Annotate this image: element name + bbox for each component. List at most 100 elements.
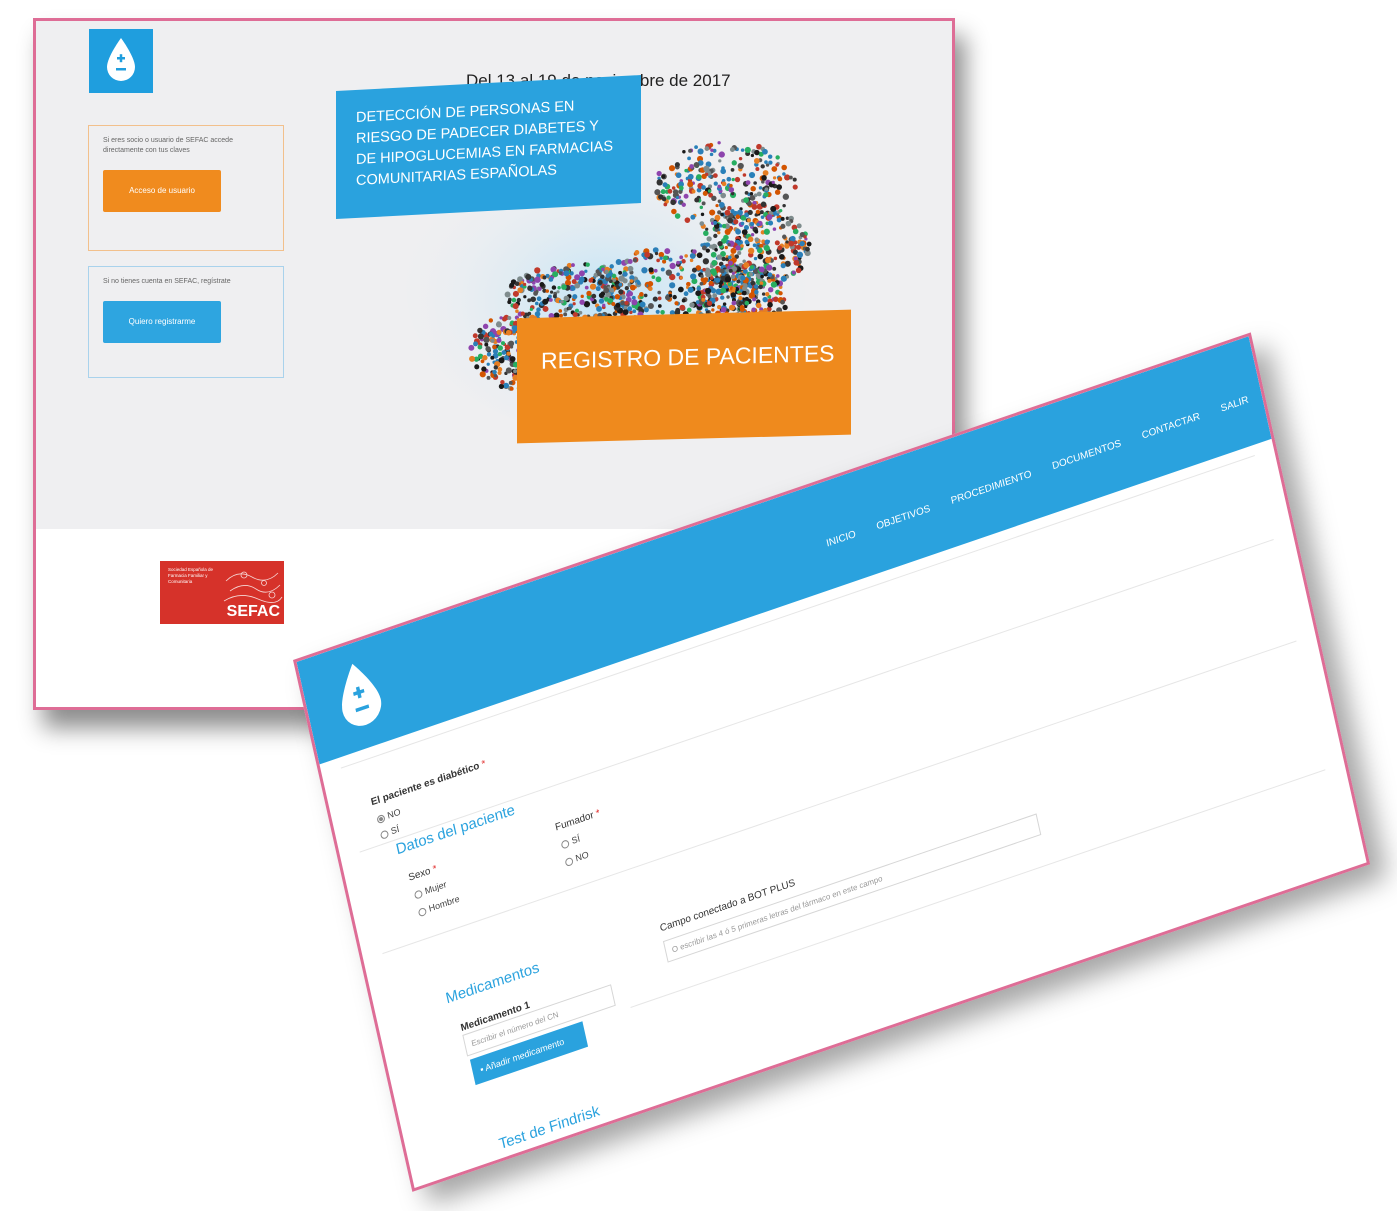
crowd-person-dot: [497, 370, 502, 376]
user-access-button[interactable]: Acceso de usuario: [103, 170, 221, 212]
crowd-person-dot: [735, 228, 741, 235]
crowd-person-dot: [785, 220, 792, 227]
crowd-person-dot: [490, 338, 495, 343]
crowd-person-dot: [710, 251, 717, 258]
radio-icon: [564, 856, 574, 867]
patient-registry-banner[interactable]: REGISTRO DE PACIENTES: [517, 309, 851, 444]
crowd-person-dot: [729, 183, 733, 188]
crowd-person-dot: [578, 270, 585, 277]
login-panel: Si eres socio o usuario de SEFAC accede …: [88, 125, 284, 251]
crowd-person-dot: [679, 255, 684, 260]
crowd-person-dot: [775, 155, 780, 160]
crowd-person-dot: [469, 355, 476, 362]
crowd-person-dot: [795, 267, 802, 274]
crowd-person-dot: [700, 212, 705, 217]
crowd-person-dot: [631, 295, 636, 300]
smoker-option-no[interactable]: NO: [564, 849, 590, 867]
crowd-person-dot: [474, 364, 480, 370]
crowd-person-dot: [731, 160, 737, 166]
crowd-person-dot: [548, 298, 553, 302]
crowd-person-dot: [490, 355, 495, 360]
crowd-person-dot: [588, 278, 594, 283]
crowd-person-dot: [486, 362, 490, 366]
crowd-person-dot: [714, 214, 721, 221]
crowd-person-dot: [634, 250, 640, 255]
crowd-person-dot: [765, 292, 770, 297]
crowd-person-dot: [605, 273, 611, 278]
crowd-person-dot: [595, 286, 601, 292]
crowd-person-dot: [687, 286, 694, 293]
required-mark: *: [595, 807, 602, 820]
crowd-person-dot: [702, 190, 708, 196]
register-button[interactable]: Quiero registrarme: [103, 301, 221, 343]
crowd-person-dot: [730, 168, 735, 172]
crowd-person-dot: [805, 246, 810, 252]
crowd-person-dot: [674, 213, 681, 219]
crowd-person-dot: [753, 193, 758, 198]
crowd-person-dot: [615, 302, 621, 308]
crowd-person-dot: [486, 375, 491, 380]
crowd-person-dot: [477, 333, 484, 340]
nav-item-objetivos[interactable]: OBJETIVOS: [875, 503, 931, 532]
crowd-person-dot: [496, 329, 502, 335]
crowd-person-dot: [629, 279, 634, 283]
nav-item-inicio[interactable]: INICIO: [825, 529, 857, 550]
crowd-person-dot: [732, 286, 736, 291]
crowd-person-dot: [618, 282, 623, 287]
crowd-person-dot: [754, 289, 759, 295]
crowd-person-dot: [495, 321, 502, 328]
crowd-person-dot: [514, 281, 520, 287]
crowd-person-dot: [772, 266, 777, 271]
crowd-person-dot: [679, 304, 686, 311]
crowd-person-dot: [742, 173, 747, 177]
crowd-person-dot: [740, 148, 745, 152]
crowd-person-dot: [796, 251, 804, 258]
crowd-person-dot: [595, 269, 600, 274]
crowd-person-dot: [618, 270, 623, 275]
crowd-person-dot: [720, 212, 724, 217]
crowd-person-dot: [748, 247, 755, 255]
crowd-person-dot: [701, 297, 706, 302]
bot-plus-search-field[interactable]: O escribir las 4 ó 5 primeras letras del…: [662, 813, 1042, 963]
nav-item-contactar[interactable]: CONTACTAR: [1141, 411, 1201, 442]
crowd-person-dot: [697, 148, 704, 155]
smoker-option-si[interactable]: SÍ: [560, 833, 581, 850]
sex-option-hombre[interactable]: Hombre: [417, 894, 460, 918]
crowd-person-dot: [740, 275, 746, 281]
crowd-person-dot: [709, 152, 714, 157]
crowd-person-dot: [717, 240, 723, 247]
crowd-person-dot: [738, 301, 743, 306]
nav-item-procedimiento[interactable]: PROCEDIMIENTO: [950, 469, 1033, 507]
sex-option-mujer[interactable]: Mujer: [413, 879, 447, 900]
crowd-person-dot: [536, 307, 541, 312]
crowd-person-dot: [753, 158, 760, 164]
crowd-person-dot: [706, 300, 713, 306]
crowd-person-dot: [682, 150, 686, 154]
crowd-person-dot: [728, 268, 733, 273]
nav-item-documentos[interactable]: DOCUMENTOS: [1051, 438, 1122, 472]
crowd-person-dot: [728, 304, 735, 311]
crowd-person-dot: [715, 277, 721, 283]
crowd-person-dot: [792, 177, 797, 182]
crowd-person-dot: [497, 351, 503, 357]
diabetic-option-no[interactable]: NO: [376, 807, 401, 825]
crowd-person-dot: [647, 281, 654, 287]
nav-item-salir[interactable]: SALIR: [1220, 395, 1250, 415]
crowd-person-dot: [644, 251, 651, 258]
crowd-person-dot: [572, 294, 578, 300]
crowd-person-dot: [548, 294, 552, 299]
drop-logo: [89, 29, 153, 93]
crowd-person-dot: [762, 148, 768, 155]
crowd-person-dot: [580, 294, 584, 299]
crowd-person-dot: [689, 164, 694, 169]
crowd-person-dot: [492, 369, 497, 375]
diabetic-question-label: El paciente es diabético: [370, 760, 481, 809]
radio-icon: [560, 838, 570, 850]
crowd-person-dot: [601, 267, 605, 271]
crowd-person-dot: [780, 263, 786, 269]
crowd-person-dot: [716, 254, 723, 260]
crowd-person-dot: [744, 146, 751, 154]
crowd-person-dot: [684, 168, 688, 173]
crowd-person-dot: [479, 371, 486, 378]
crowd-person-dot: [618, 289, 624, 295]
